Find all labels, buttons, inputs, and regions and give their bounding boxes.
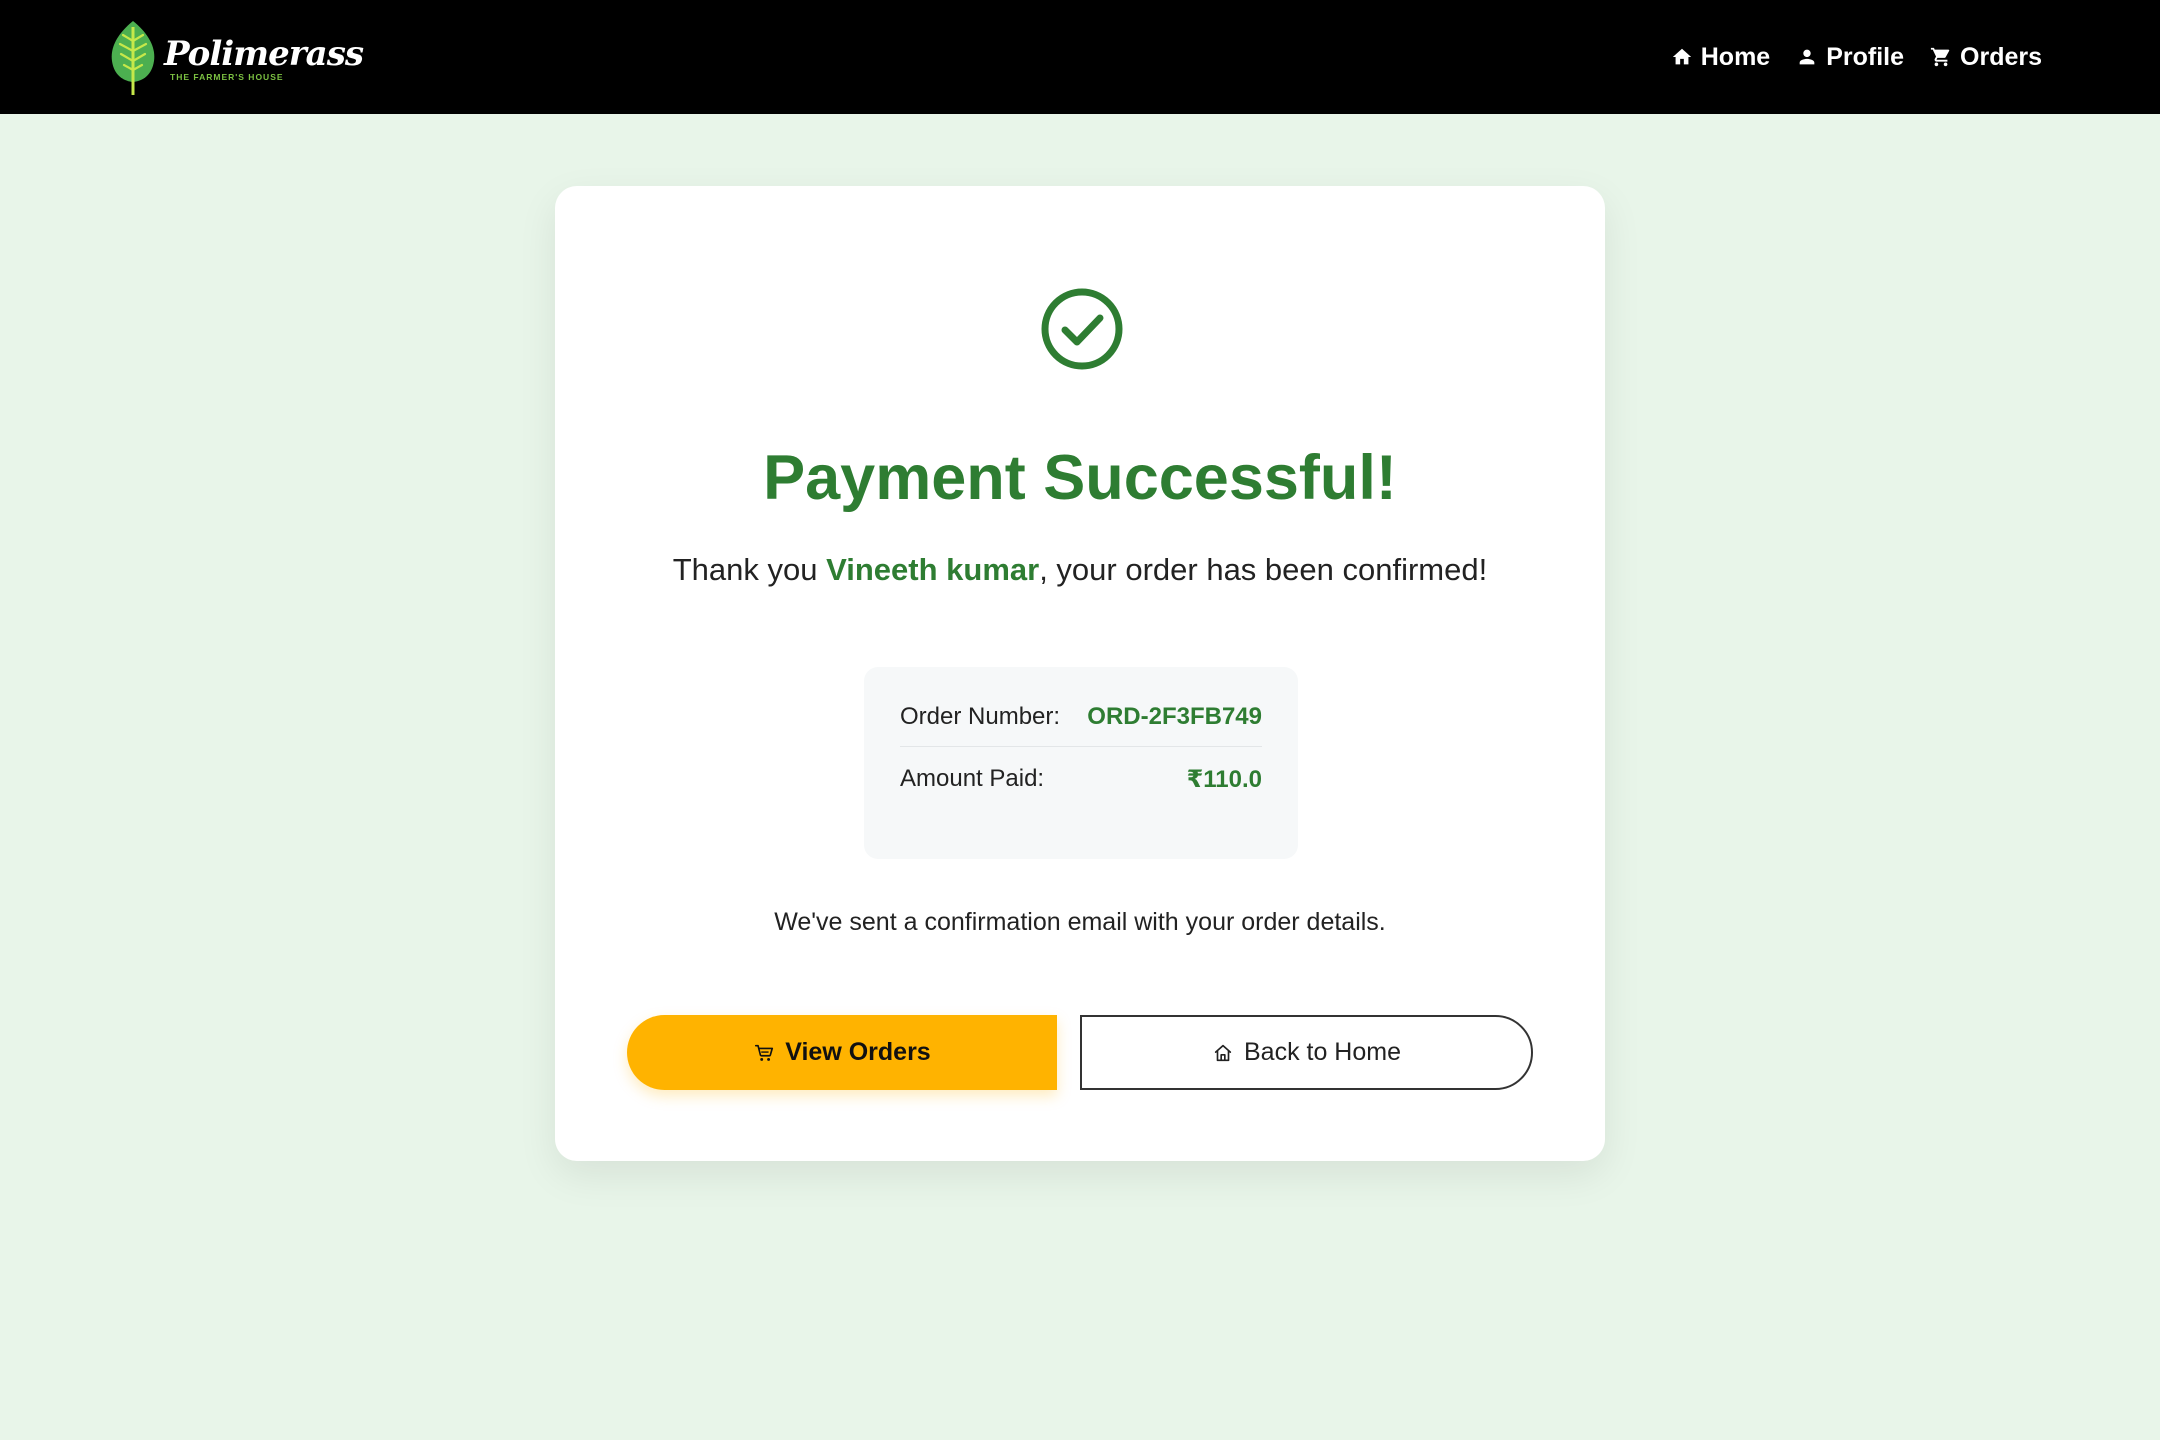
email-confirmation-note: We've sent a confirmation email with you… xyxy=(774,908,1386,936)
amount-paid-value: ₹110.0 xyxy=(1186,765,1262,793)
amount-paid-label: Amount Paid: xyxy=(900,765,1045,792)
cart-icon xyxy=(755,1044,774,1061)
thank-you-message: Thank you Vineeth kumar, your order has … xyxy=(555,548,1605,592)
confirmation-card: Payment Successful! Thank you Vineeth ku… xyxy=(555,186,1605,1161)
nav-profile-link[interactable]: Profile xyxy=(1796,43,1904,72)
navbar: Polimerass THE FARMER'S HOUSE Home Profi… xyxy=(0,0,2160,114)
person-icon xyxy=(1799,49,1815,65)
amount-paid-row: Amount Paid: ₹110.0 xyxy=(900,749,1262,809)
logo-text: Polimerass xyxy=(164,34,364,74)
order-number-row: Order Number: ORD-2F3FB749 xyxy=(900,687,1262,747)
nav-home-label: Home xyxy=(1700,42,1771,71)
home-icon xyxy=(1214,1044,1232,1061)
logo[interactable]: Polimerass THE FARMER'S HOUSE xyxy=(108,18,364,98)
logo-tagline: THE FARMER'S HOUSE xyxy=(170,72,284,82)
order-number-value: ORD-2F3FB749 xyxy=(1087,702,1262,730)
nav-orders-link[interactable]: Orders xyxy=(1930,43,2042,72)
page-title: Payment Successful! xyxy=(763,443,1397,513)
thank-you-suffix: , your order has been confirmed! xyxy=(1039,552,1488,587)
leaf-logo-icon xyxy=(111,21,155,95)
home-icon xyxy=(1672,48,1691,65)
back-to-home-button[interactable]: Back to Home xyxy=(1080,1015,1533,1090)
nav-links: Home Profile Orders xyxy=(1671,0,2042,114)
cart-icon xyxy=(1930,47,1950,67)
view-orders-button[interactable]: View Orders xyxy=(627,1015,1057,1090)
check-circle-icon xyxy=(1041,288,1123,370)
nav-home-link[interactable]: Home xyxy=(1671,43,1770,72)
logo-text-wrap: Polimerass THE FARMER'S HOUSE xyxy=(164,34,364,82)
thank-you-prefix: Thank you xyxy=(672,552,827,587)
order-number-label: Order Number: xyxy=(900,702,1061,730)
back-to-home-label: Back to Home xyxy=(1243,1038,1401,1066)
customer-name: Vineeth kumar xyxy=(826,552,1040,587)
view-orders-label: View Orders xyxy=(785,1038,931,1066)
order-summary-box: Order Number: ORD-2F3FB749 Amount Paid: … xyxy=(864,667,1298,859)
nav-orders-label: Orders xyxy=(1960,42,2042,71)
nav-profile-label: Profile xyxy=(1826,42,1905,71)
